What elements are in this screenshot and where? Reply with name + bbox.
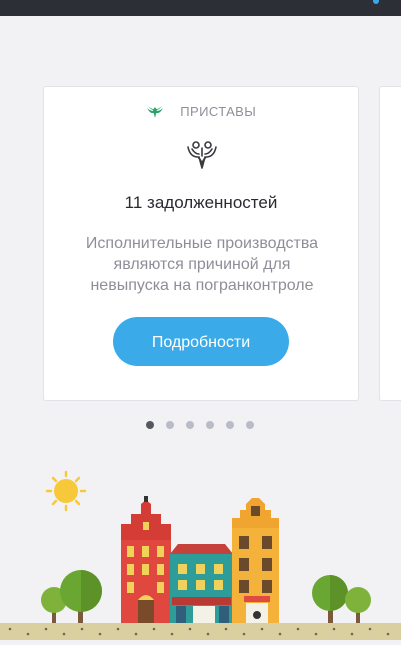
page-dot[interactable] (246, 421, 254, 429)
description-line: являются причиной для (113, 256, 291, 273)
double-headed-eagle-icon (186, 139, 218, 169)
building-teal (170, 544, 233, 623)
tree-icon (312, 575, 371, 623)
town-illustration (0, 460, 401, 640)
page-dot-active[interactable] (146, 421, 154, 429)
source-label: ПРИСТАВЫ (180, 104, 257, 120)
bailiff-emblem-icon (146, 105, 164, 119)
page-dot[interactable] (186, 421, 194, 429)
status-bar (0, 0, 401, 16)
description-line: невыпуска на погранконтроле (90, 277, 314, 294)
page-dot[interactable] (166, 421, 174, 429)
building-red (121, 496, 171, 623)
page-dot[interactable] (206, 421, 214, 429)
page-dot[interactable] (226, 421, 234, 429)
status-indicator (373, 0, 379, 4)
sun-icon (45, 470, 87, 512)
details-button[interactable]: Подробности (113, 317, 289, 366)
card-description: Исполнительные производства являются при… (58, 233, 346, 296)
tree-icon (41, 570, 102, 623)
description-line: Исполнительные производства (85, 235, 319, 252)
debt-count: 11 задолженностей (124, 193, 278, 212)
card-header: ПРИСТАВЫ (44, 103, 358, 123)
next-card-peek[interactable] (379, 86, 401, 401)
debt-info-card[interactable]: ПРИСТАВЫ 11 задолженностей Исполнительны… (43, 86, 359, 401)
building-yellow (232, 498, 279, 623)
